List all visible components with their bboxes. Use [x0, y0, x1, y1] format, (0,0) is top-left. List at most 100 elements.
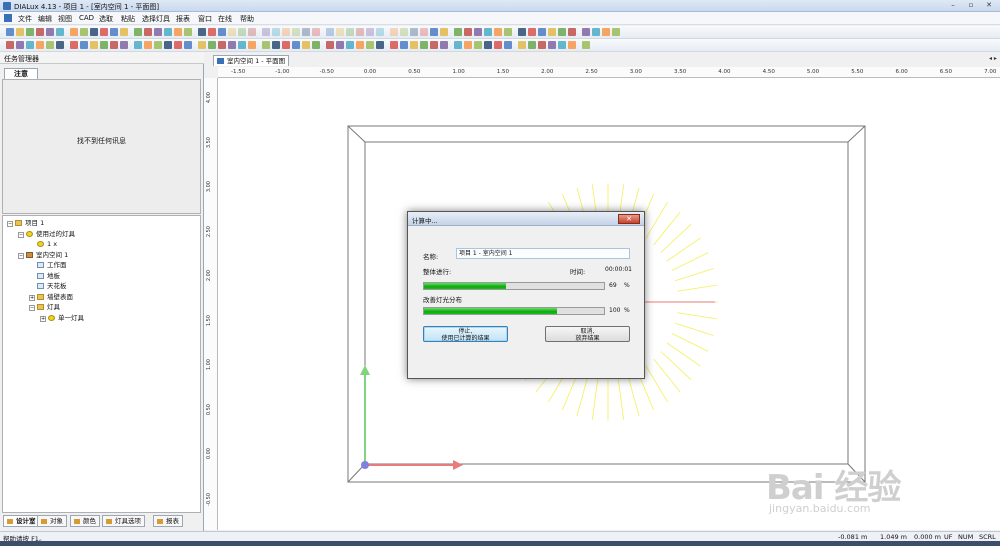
- door-icon[interactable]: [484, 41, 492, 49]
- room-icon[interactable]: [134, 41, 142, 49]
- tree-item[interactable]: 天花板: [29, 281, 67, 291]
- select-icon[interactable]: [56, 41, 64, 49]
- paste-icon[interactable]: [410, 28, 418, 36]
- view-3d-icon[interactable]: [410, 41, 418, 49]
- tree-item[interactable]: + 单一灯具: [40, 313, 84, 323]
- wall-icon[interactable]: [144, 41, 152, 49]
- document-menu-icon[interactable]: [4, 14, 12, 22]
- polyline-icon[interactable]: [198, 41, 206, 49]
- open-icon[interactable]: [262, 41, 270, 49]
- tab-colors[interactable]: 颜色: [70, 515, 100, 527]
- redo-icon[interactable]: [356, 41, 364, 49]
- help-icon[interactable]: [366, 41, 374, 49]
- print-icon[interactable]: [36, 28, 44, 36]
- save-icon[interactable]: [272, 41, 280, 49]
- tree-item[interactable]: − 灯具: [29, 302, 60, 312]
- tree-item[interactable]: − 项目 1: [7, 218, 44, 228]
- menu-reports[interactable]: 报表: [176, 14, 190, 24]
- zoom-icon[interactable]: [390, 41, 398, 49]
- furniture-icon[interactable]: [248, 28, 256, 36]
- report-icon[interactable]: [518, 28, 526, 36]
- copy-icon[interactable]: [326, 41, 334, 49]
- close-button[interactable]: ✕: [980, 1, 998, 10]
- copy-icon[interactable]: [400, 28, 408, 36]
- cut-icon[interactable]: [70, 28, 78, 36]
- paste-icon[interactable]: [16, 41, 24, 49]
- minimize-button[interactable]: –: [944, 1, 962, 10]
- curve-icon[interactable]: [208, 41, 216, 49]
- view-3d-icon[interactable]: [164, 28, 172, 36]
- gear-icon[interactable]: [218, 41, 226, 49]
- polyline-icon[interactable]: [592, 28, 600, 36]
- help-icon[interactable]: [440, 28, 448, 36]
- redo-icon[interactable]: [430, 28, 438, 36]
- export-icon[interactable]: [376, 28, 384, 36]
- menu-paste[interactable]: 粘贴: [121, 14, 135, 24]
- menu-window[interactable]: 窗口: [198, 14, 212, 24]
- open-icon[interactable]: [582, 41, 590, 49]
- tree-expander-icon[interactable]: +: [40, 315, 46, 322]
- texture-icon[interactable]: [312, 28, 320, 36]
- gear-icon[interactable]: [612, 28, 620, 36]
- rotate-icon[interactable]: [80, 41, 88, 49]
- luminaire-icon[interactable]: [174, 28, 182, 36]
- tree-expander-icon[interactable]: +: [29, 294, 35, 301]
- menu-cad[interactable]: CAD: [79, 14, 94, 22]
- wall-icon[interactable]: [538, 28, 546, 36]
- luminaire-icon[interactable]: [420, 41, 428, 49]
- gear-icon[interactable]: [292, 28, 300, 36]
- furniture-icon[interactable]: [174, 41, 182, 49]
- tab-reports[interactable]: 报表: [153, 515, 183, 527]
- select-icon[interactable]: [134, 28, 142, 36]
- new-icon[interactable]: [326, 28, 334, 36]
- menu-help[interactable]: 帮助: [240, 14, 254, 24]
- polyline-icon[interactable]: [518, 41, 526, 49]
- texture-icon[interactable]: [238, 41, 246, 49]
- room-icon[interactable]: [454, 41, 462, 49]
- menu-edit[interactable]: 编辑: [38, 14, 52, 24]
- help-icon[interactable]: [46, 41, 54, 49]
- gear-icon[interactable]: [538, 41, 546, 49]
- menu-file[interactable]: 文件: [18, 14, 32, 24]
- tree-item[interactable]: − 使用过的灯具: [18, 229, 75, 239]
- color-icon[interactable]: [228, 41, 236, 49]
- window-icon[interactable]: [154, 41, 162, 49]
- tab-design-room[interactable]: 设计室: [3, 515, 40, 527]
- undo-icon[interactable]: [346, 41, 354, 49]
- stop-use-results-button[interactable]: 停止, 使用已计算的结果: [423, 326, 508, 342]
- curve-icon[interactable]: [602, 28, 610, 36]
- wall-icon[interactable]: [464, 41, 472, 49]
- preview-icon[interactable]: [292, 41, 300, 49]
- window-icon[interactable]: [548, 28, 556, 36]
- luminaire-icon[interactable]: [494, 28, 502, 36]
- tree-item[interactable]: 1 x: [29, 239, 57, 249]
- export-icon[interactable]: [56, 28, 64, 36]
- tab-scroll-arrows[interactable]: ◂ ▸: [989, 55, 997, 62]
- cut-icon[interactable]: [390, 28, 398, 36]
- menu-select-luminaire[interactable]: 选择灯具: [142, 14, 170, 24]
- tree-item[interactable]: − 室内空间 1: [18, 250, 68, 260]
- door-icon[interactable]: [558, 28, 566, 36]
- line-icon[interactable]: [504, 41, 512, 49]
- copy-icon[interactable]: [80, 28, 88, 36]
- export-icon[interactable]: [302, 41, 310, 49]
- rotate-icon[interactable]: [154, 28, 162, 36]
- zoom-icon[interactable]: [464, 28, 472, 36]
- cancel-discard-button[interactable]: 取消, 放弃结果: [545, 326, 630, 342]
- calculate-icon[interactable]: [430, 41, 438, 49]
- tab-room-floor-plan[interactable]: 室内空间 1 - 平面图: [213, 55, 289, 66]
- menu-select[interactable]: 选取: [99, 14, 113, 24]
- furniture-icon[interactable]: [494, 41, 502, 49]
- report-icon[interactable]: [120, 41, 128, 49]
- texture-icon[interactable]: [558, 41, 566, 49]
- window-icon[interactable]: [228, 28, 236, 36]
- restore-button[interactable]: ▫: [962, 1, 980, 10]
- rotate-icon[interactable]: [400, 41, 408, 49]
- cut-icon[interactable]: [312, 41, 320, 49]
- save-icon[interactable]: [26, 28, 34, 36]
- new-icon[interactable]: [6, 28, 14, 36]
- door-icon[interactable]: [238, 28, 246, 36]
- zoom-icon[interactable]: [144, 28, 152, 36]
- luminaire-icon[interactable]: [100, 41, 108, 49]
- curve-icon[interactable]: [528, 41, 536, 49]
